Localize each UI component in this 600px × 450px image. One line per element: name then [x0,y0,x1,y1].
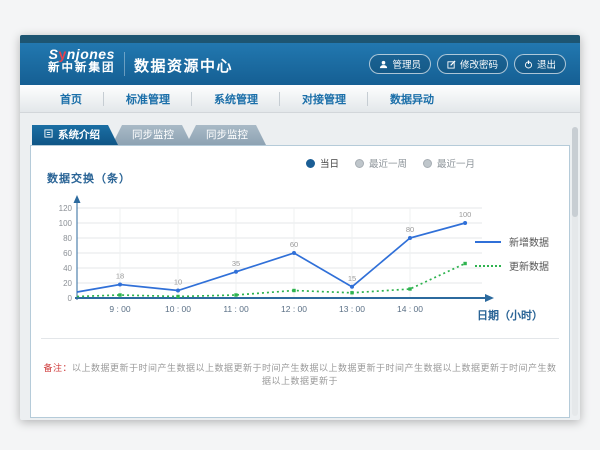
radio-icon [306,159,315,168]
nav-item-system-mgmt[interactable]: 系统管理 [192,85,280,112]
svg-text:35: 35 [232,259,240,268]
tab-sync-monitor-1[interactable]: 同步监控 [112,125,192,145]
legend-item-updated-data: 更新数据 [475,258,549,273]
svg-text:11 : 00: 11 : 00 [223,304,249,314]
legend-line-sample [475,241,501,243]
svg-text:18: 18 [116,272,124,281]
footnote-prefix: 备注： [43,363,72,373]
tab-label: 系统介绍 [58,125,100,145]
nav-item-home[interactable]: 首页 [38,85,104,112]
line-chart: 0 20 40 60 80 100 120 9 : 00 10 : 00 11 : 00 12 : … [39,188,509,318]
legend-label: 更新数据 [509,258,549,273]
tab-sync-monitor-2[interactable]: 同步监控 [186,125,266,145]
filter-label: 当日 [320,156,339,170]
footnote-text: 以上数据更新于时间产生数据以上数据更新于时间产生数据以上数据更新于时间产生数据以… [72,363,557,386]
svg-text:100: 100 [459,210,472,219]
svg-text:80: 80 [63,234,72,243]
svg-text:0: 0 [68,294,73,303]
main-nav: 首页标准管理系统管理对接管理数据异动 [20,85,580,113]
filter-label: 最近一月 [437,156,475,170]
svg-text:9 : 00: 9 : 00 [109,304,131,314]
header-buttons: 管理员 修改密码 退出 [369,54,566,74]
top-dark-strip [20,35,580,43]
nav-item-standard-mgmt[interactable]: 标准管理 [104,85,192,112]
admin-user-label: 管理员 [392,57,421,71]
nav-item-data-change[interactable]: 数据异动 [368,85,456,112]
header-divider [124,52,125,76]
svg-text:12 : 00: 12 : 00 [281,304,307,314]
legend-label: 新增数据 [509,234,549,249]
edit-icon [447,60,456,69]
radio-icon [355,159,364,168]
change-password-label: 修改密码 [460,57,498,71]
brand-logo-wordmark: Synjones [48,47,116,62]
chart-legend: 新增数据更新数据 [475,234,549,273]
filter-option-today[interactable]: 当日 [306,156,339,170]
filter-label: 最近一周 [369,156,407,170]
logout-label: 退出 [537,57,556,71]
brand-company-name: 新中新集团 [48,62,116,75]
svg-text:60: 60 [290,240,298,249]
page-background: Synjones 新中新集团 数据资源中心 管理员修改密码退出 首页标准管理系统… [0,0,600,450]
svg-text:10 : 00: 10 : 00 [165,304,191,314]
tab-system-intro[interactable]: 系统介绍 [32,125,118,145]
change-password-button[interactable]: 修改密码 [437,54,508,74]
filter-option-last-week[interactable]: 最近一周 [355,156,407,170]
svg-text:20: 20 [63,279,72,288]
tab-bar: 系统介绍 同步监控 同步监控 [32,125,266,145]
time-range-filter: 当日 最近一周 最近一月 [306,156,475,170]
logo-accent-mark: y [58,46,66,62]
svg-text:14 : 00: 14 : 00 [397,304,423,314]
footnote: 备注：以上数据更新于时间产生数据以上数据更新于时间产生数据以上数据更新于时间产生… [41,338,559,417]
tab-label: 同步监控 [206,125,248,145]
legend-line-sample [475,265,501,267]
power-icon [524,60,533,69]
page-title: 数据资源中心 [134,55,233,76]
app-window: Synjones 新中新集团 数据资源中心 管理员修改密码退出 首页标准管理系统… [20,35,580,420]
brand-logo: Synjones 新中新集团 [48,47,116,75]
svg-text:60: 60 [63,249,72,258]
document-icon [44,125,53,145]
svg-text:40: 40 [63,264,72,273]
admin-user-button[interactable]: 管理员 [369,54,431,74]
radio-icon [423,159,432,168]
legend-item-new-data: 新增数据 [475,234,549,249]
content-panel: 当日 最近一周 最近一月 数据交换（条） 0 20 40 60 80 100 120 9 : 00… [30,145,570,418]
x-axis-title: 日期（小时） [477,307,543,323]
svg-text:15: 15 [348,274,356,283]
scrollbar-track[interactable] [572,127,578,416]
nav-item-interface-mgmt[interactable]: 对接管理 [280,85,368,112]
svg-text:120: 120 [59,204,73,213]
svg-text:100: 100 [59,219,73,228]
svg-text:13 : 00: 13 : 00 [339,304,365,314]
y-axis-title: 数据交换（条） [47,170,131,186]
user-icon [379,60,388,69]
tab-label: 同步监控 [132,125,174,145]
svg-text:10: 10 [174,278,182,287]
app-header: Synjones 新中新集团 数据资源中心 管理员 修改密码 退出 [20,43,580,85]
filter-option-last-month[interactable]: 最近一月 [423,156,475,170]
logout-button[interactable]: 退出 [514,54,566,74]
scrollbar-thumb[interactable] [572,127,578,217]
svg-text:80: 80 [406,225,414,234]
